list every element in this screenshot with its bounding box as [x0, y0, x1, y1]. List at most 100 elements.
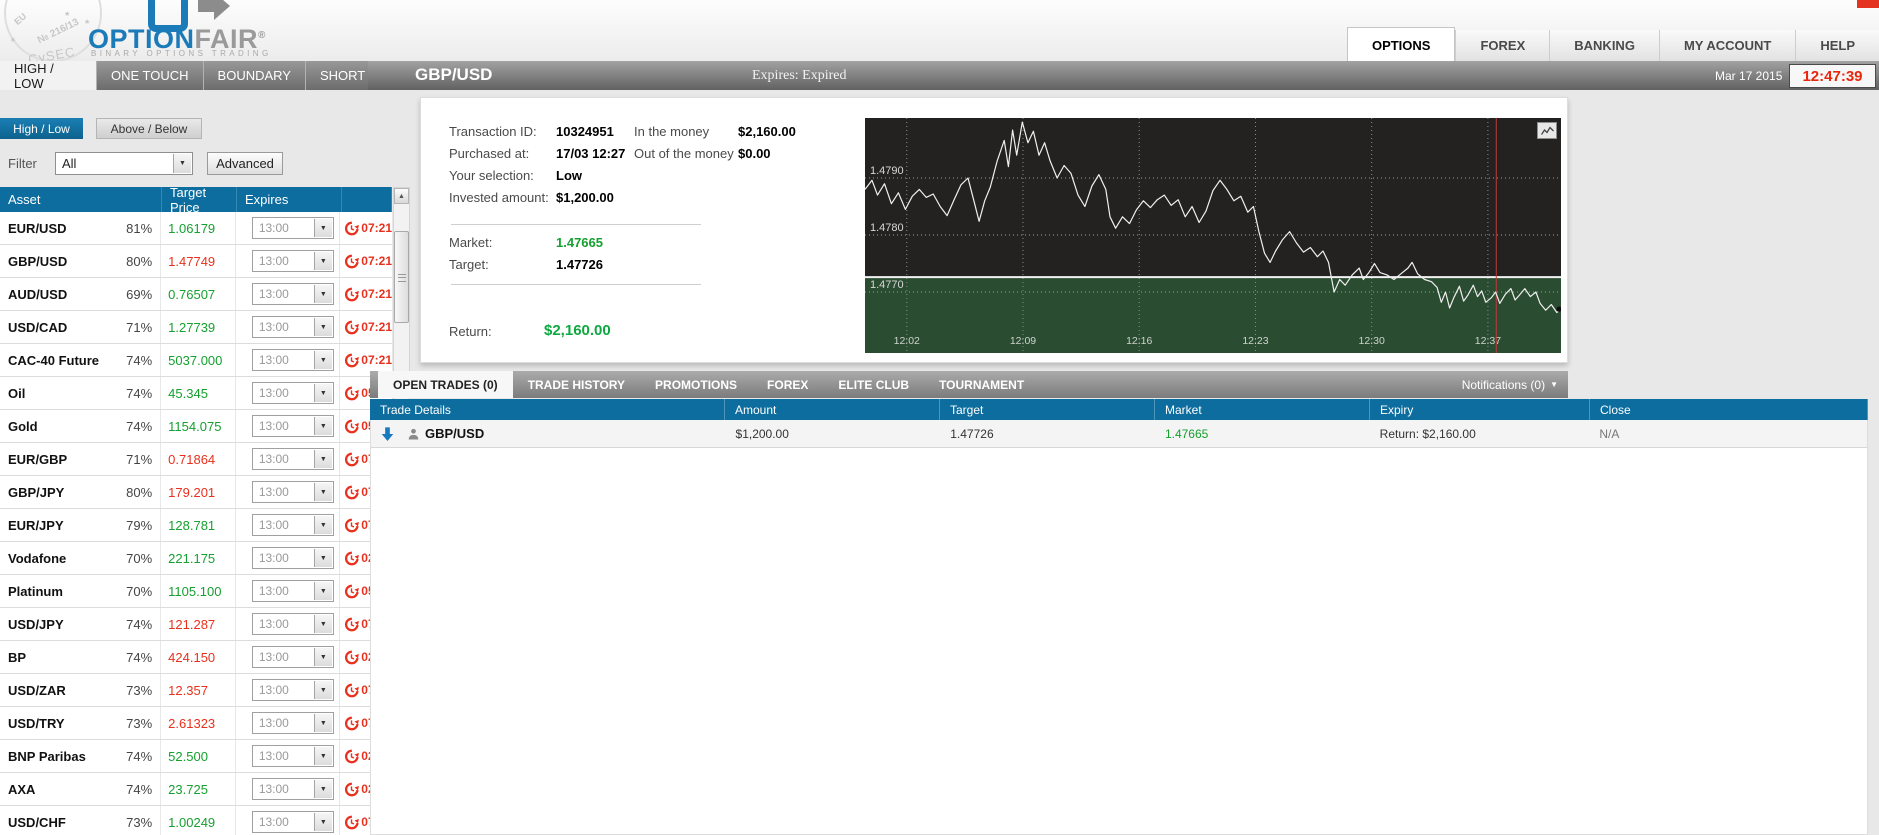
bottom-tab-elite-club[interactable]: ELITE CLUB: [823, 371, 924, 398]
asset-row[interactable]: BNP Paribas74%52.50013:00▼02:21: [0, 740, 392, 773]
chevron-down-icon[interactable]: ▼: [313, 417, 332, 435]
open-trade-row[interactable]: GBP/USD $1,200.00 1.47726 1.47665 Return: $2…: [371, 420, 1867, 448]
asset-row[interactable]: CAC-40 Future 74% 5037.000 13:00 ▼ 07:21: [0, 344, 392, 377]
svg-text:12:09: 12:09: [1010, 335, 1036, 347]
bottom-tab-promotions[interactable]: PROMOTIONS: [640, 371, 752, 398]
svg-text:1.4770: 1.4770: [870, 279, 904, 291]
asset-row[interactable]: AXA74%23.72513:00▼02:21: [0, 773, 392, 806]
chevron-down-icon[interactable]: ▼: [313, 549, 332, 567]
chevron-down-icon[interactable]: ▼: [313, 516, 332, 534]
trading-app: EU № 216/13 CySEC ★ ★ ★ OPTIONFAIR® BINA…: [0, 0, 1879, 835]
return-label: Return:: [449, 324, 492, 339]
chevron-down-icon[interactable]: ▼: [313, 450, 332, 468]
nav-tab-banking[interactable]: BANKING: [1549, 30, 1659, 61]
chevron-down-icon[interactable]: ▼: [313, 384, 332, 402]
expiry-time-select[interactable]: 13:00 ▼: [251, 217, 334, 239]
expiry-time-select[interactable]: 13:00 ▼: [251, 283, 334, 305]
svg-text:12:37: 12:37: [1475, 335, 1501, 347]
expiry-countdown-icon: [345, 485, 360, 499]
nav-tab-forex[interactable]: FOREX: [1455, 30, 1550, 61]
expiry-time-select[interactable]: 13:00 ▼: [251, 646, 334, 668]
chart-type-button[interactable]: [1537, 122, 1557, 139]
chevron-down-icon[interactable]: ▼: [313, 483, 332, 501]
chevron-down-icon[interactable]: ▼: [313, 780, 332, 798]
chevron-down-icon[interactable]: ▼: [173, 154, 191, 173]
chevron-down-icon[interactable]: ▼: [313, 285, 332, 303]
asset-row[interactable]: USD/ZAR73%12.35713:00▼07:21: [0, 674, 392, 707]
asset-row[interactable]: BP74%424.15013:00▼02:21: [0, 641, 392, 674]
scrollbar-thumb[interactable]: [394, 231, 409, 323]
asset-target-price: 0.71864: [161, 443, 236, 475]
bottom-tab-tournament[interactable]: TOURNAMENT: [924, 371, 1039, 398]
chevron-down-icon[interactable]: ▼: [313, 318, 332, 336]
notifications-toggle[interactable]: Notifications (0) ▼: [1462, 371, 1558, 398]
bottom-tab-forex[interactable]: FOREX: [752, 371, 823, 398]
chevron-down-icon[interactable]: ▼: [313, 582, 332, 600]
expiry-time-select[interactable]: 13:00 ▼: [251, 679, 334, 701]
option-tab-one-touch[interactable]: ONE TOUCH: [96, 61, 203, 90]
asset-column-header: Asset: [0, 187, 162, 212]
trade-expiry-return: Return: $2,160.00: [1379, 426, 1476, 441]
asset-row[interactable]: EUR/GBP71%0.7186413:00▼07:21: [0, 443, 392, 476]
nav-tab-options[interactable]: OPTIONS: [1346, 27, 1456, 61]
expiry-time-select[interactable]: 13:00 ▼: [251, 811, 334, 833]
expiry-time-select[interactable]: 13:00 ▼: [251, 745, 334, 767]
expiry-countdown-icon: [345, 386, 360, 400]
asset-row[interactable]: Vodafone70%221.17513:00▼02:21: [0, 542, 392, 575]
asset-row[interactable]: Gold74%1154.07513:00▼05:21: [0, 410, 392, 443]
mode-tab-high-low[interactable]: High / Low: [0, 118, 83, 139]
asset-column-header: [342, 187, 392, 212]
expiry-time-select[interactable]: 13:00 ▼: [251, 547, 334, 569]
expiry-time-select[interactable]: 13:00 ▼: [251, 613, 334, 635]
asset-row[interactable]: GBP/USD 80% 1.47749 13:00 ▼ 07:21: [0, 245, 392, 278]
main-nav: OPTIONS FOREX BANKING MY ACCOUNT HELP: [1346, 27, 1879, 61]
chevron-down-icon[interactable]: ▼: [313, 681, 332, 699]
asset-row[interactable]: AUD/USD 69% 0.76507 13:00 ▼ 07:21: [0, 278, 392, 311]
asset-row[interactable]: USD/CHF73%1.0024913:00▼07:21: [0, 806, 392, 835]
expiry-time-select[interactable]: 13:00 ▼: [251, 712, 334, 734]
asset-row[interactable]: Platinum70%1105.10013:00▼05:21: [0, 575, 392, 608]
expiry-time-select[interactable]: 13:00 ▼: [251, 415, 334, 437]
instrument-symbol: GBP/USD: [415, 65, 493, 84]
nav-tab-help[interactable]: HELP: [1795, 30, 1879, 61]
asset-row[interactable]: Oil74%45.34513:00▼05:21: [0, 377, 392, 410]
chevron-down-icon[interactable]: ▼: [313, 747, 332, 765]
chevron-down-icon[interactable]: ▼: [313, 648, 332, 666]
asset-name: Oil: [8, 385, 26, 401]
expiry-time-select[interactable]: 13:00 ▼: [251, 349, 334, 371]
expiry-time-select[interactable]: 13:00 ▼: [251, 250, 334, 272]
chevron-down-icon[interactable]: ▼: [313, 351, 332, 369]
asset-row[interactable]: GBP/JPY80%179.20113:00▼07:21: [0, 476, 392, 509]
expiry-time-select[interactable]: 13:00 ▼: [251, 316, 334, 338]
asset-row[interactable]: EUR/USD 81% 1.06179 13:00 ▼ 07:21: [0, 212, 392, 245]
filter-select[interactable]: All ▼: [55, 152, 193, 175]
expiry-time-select[interactable]: 13:00 ▼: [251, 778, 334, 800]
scroll-up-button[interactable]: ▲: [394, 188, 409, 204]
asset-row[interactable]: USD/JPY74%121.28713:00▼07:21: [0, 608, 392, 641]
asset-name: EUR/JPY: [8, 517, 64, 533]
trades-column-header: Amount: [725, 399, 940, 420]
chevron-down-icon[interactable]: ▼: [313, 252, 332, 270]
bottom-tab-trade-history[interactable]: TRADE HISTORY: [513, 371, 640, 398]
chevron-down-icon[interactable]: ▼: [313, 219, 332, 237]
expiry-time-select[interactable]: 13:00 ▼: [251, 580, 334, 602]
option-tab-boundary[interactable]: BOUNDARY: [202, 61, 305, 90]
advanced-button[interactable]: Advanced: [207, 152, 283, 175]
trade-symbol: GBP/USD: [425, 426, 485, 441]
bottom-tab-open-trades[interactable]: OPEN TRADES (0): [378, 371, 513, 398]
mode-tab-above-below[interactable]: Above / Below: [96, 118, 202, 139]
asset-row[interactable]: EUR/JPY79%128.78113:00▼07:21: [0, 509, 392, 542]
expiry-time-select[interactable]: 13:00 ▼: [251, 514, 334, 536]
chevron-down-icon[interactable]: ▼: [313, 714, 332, 732]
chevron-down-icon[interactable]: ▼: [313, 615, 332, 633]
option-tab-high-low[interactable]: HIGH / LOW: [0, 61, 96, 91]
notifications-label: Notifications (0): [1461, 377, 1546, 392]
asset-row[interactable]: USD/CAD 71% 1.27739 13:00 ▼ 07:21: [0, 311, 392, 344]
nav-tab-my-account[interactable]: MY ACCOUNT: [1658, 30, 1796, 61]
expiry-time-select[interactable]: 13:00 ▼: [251, 481, 334, 503]
expiry-time-select[interactable]: 13:00 ▼: [251, 448, 334, 470]
chevron-down-icon[interactable]: ▼: [313, 813, 332, 831]
asset-row[interactable]: USD/TRY73%2.6132313:00▼07:21: [0, 707, 392, 740]
expiry-time-select[interactable]: 13:00 ▼: [251, 382, 334, 404]
asset-name: GBP/USD: [8, 253, 68, 269]
